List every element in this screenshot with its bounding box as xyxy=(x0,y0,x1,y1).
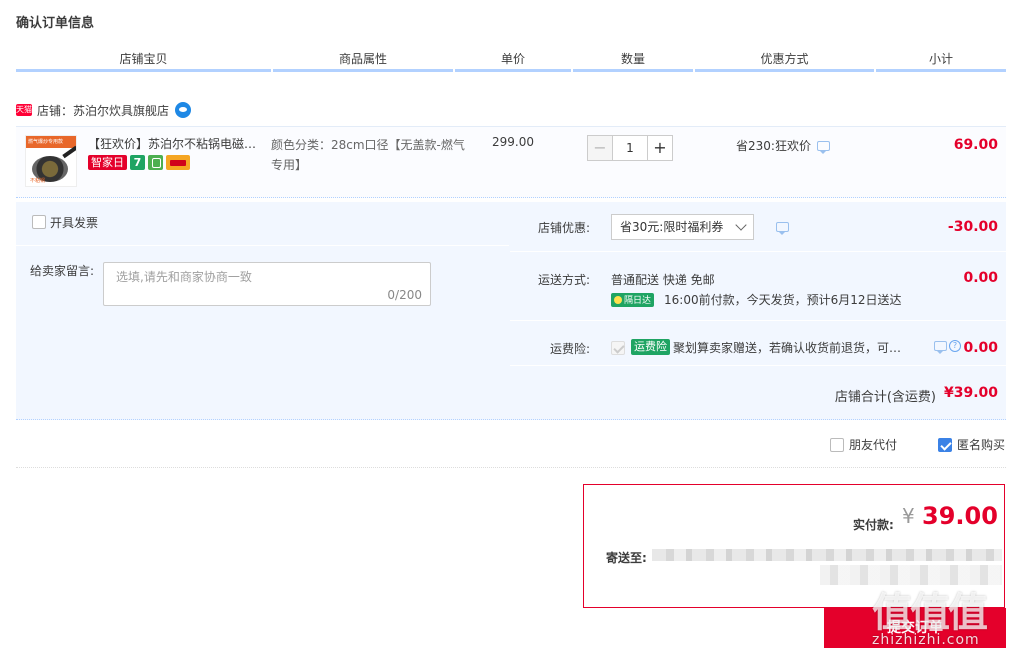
invoice-row: 开具发票 xyxy=(16,202,509,246)
column-header-discount: 优惠方式 xyxy=(695,50,874,72)
product-title[interactable]: 【狂欢价】苏泊尔不粘锅电磁炉燃气灶炒锅 xyxy=(88,135,268,152)
tmall-badge: 天猫 xyxy=(16,104,32,116)
shop-discount-select[interactable]: 省30元:限时福利券 xyxy=(611,214,754,240)
insurance-icons: ? xyxy=(928,340,961,354)
chat-icon[interactable] xyxy=(175,102,192,118)
ship-to-address-redacted xyxy=(652,549,1002,561)
shipping-note: 16:00前付款，今天发货，预计6月12日送达 xyxy=(664,293,902,307)
discount-text: 省230:狂欢价 xyxy=(736,139,811,153)
seven-day-return-icon: 7 xyxy=(130,155,145,170)
shop-total-label: 店铺合计(含运费) xyxy=(834,390,936,405)
thumb-top-text: 燃气爆炒专用款 xyxy=(28,139,64,145)
anonymous-label: 匿名购买 xyxy=(957,438,1006,452)
payment-summary: 实付款: ¥ 39.00 寄送至: xyxy=(583,484,1005,608)
shop-discount-amount: -30.00 xyxy=(947,219,998,235)
item-row: 燃气爆炒专用款 不粘锅 【狂欢价】苏泊尔不粘锅电磁炉燃气灶炒锅 智家日 7 颜色… xyxy=(16,126,1006,198)
memo-char-count: 0/200 xyxy=(387,288,422,302)
item-subtotal: 69.00 xyxy=(953,137,998,153)
shipping-eta: 隔日达 16:00前付款，今天发货，预计6月12日送达 xyxy=(611,291,902,308)
anonymous-option[interactable]: 匿名购买 xyxy=(938,436,1005,453)
chevron-down-icon xyxy=(735,219,747,231)
left-panel: 开具发票 给卖家留言: 选填,请先和商家协商一致 0/200 xyxy=(16,202,509,366)
next-day-badge: 隔日达 xyxy=(611,292,655,307)
ship-to-address-redacted-2 xyxy=(820,565,1002,585)
shop-row: 天猫 店铺：苏泊尔炊具旗舰店 xyxy=(16,100,192,120)
shop-total-row: 店铺合计(含运费) ¥39.00 xyxy=(16,368,1006,420)
pay-amount: 39.00 xyxy=(922,502,998,530)
qty-input[interactable]: 1 xyxy=(613,135,647,161)
shipping-label: 运送方式: xyxy=(537,273,590,287)
shipping-row: 运送方式: 普通配送 快递 免邮 隔日达 16:00前付款，今天发货，预计6月1… xyxy=(510,253,1006,321)
shop-discount-row: 店铺优惠: 省30元:限时福利券 -30.00 xyxy=(510,202,1006,252)
help-icon[interactable]: ? xyxy=(949,340,961,352)
card-icon xyxy=(166,155,190,170)
shop-discount-label: 店铺优惠: xyxy=(537,221,590,235)
pan-handle xyxy=(62,145,76,159)
right-panel: 店铺优惠: 省30元:限时福利券 -30.00 运送方式: 普通配送 快递 免邮… xyxy=(510,202,1006,366)
friend-pay-label: 朋友代付 xyxy=(849,438,898,452)
submit-order-button[interactable]: 提交订单 xyxy=(824,608,1006,648)
insurance-row: 运费险: 运费险 聚划算卖家赠送，若确认收货前退货，可获得运费补偿 ? 0.00 xyxy=(510,322,1006,366)
column-header-price: 单价 xyxy=(455,50,571,72)
message-icon[interactable] xyxy=(776,222,789,235)
page-title: 确认订单信息 xyxy=(16,16,95,31)
insurance-text: 聚划算卖家赠送，若确认收货前退货，可获得运费补偿 xyxy=(673,341,913,355)
memo-textarea[interactable]: 选填,请先和商家协商一致 0/200 xyxy=(103,262,431,306)
memo-label: 给卖家留言: xyxy=(30,264,95,278)
shop-discount-selected: 省30元:限时福利券 xyxy=(620,220,724,234)
invoice-label[interactable]: 开具发票 xyxy=(50,214,98,231)
insurance-tag: 运费险 xyxy=(631,339,670,355)
order-detail-box: 开具发票 给卖家留言: 选填,请先和商家协商一致 0/200 店铺优惠: 省30… xyxy=(16,202,1006,420)
order-options: 朋友代付 匿名购买 xyxy=(16,428,1006,468)
invoice-checkbox[interactable] xyxy=(32,215,46,229)
column-header: 店铺宝贝 商品属性 单价 数量 优惠方式 小计 xyxy=(16,50,1006,72)
shipping-amount: 0.00 xyxy=(963,270,998,286)
friend-pay-option[interactable]: 朋友代付 xyxy=(830,436,897,453)
qty-plus-button[interactable]: + xyxy=(647,135,673,161)
quantity-stepper: − 1 + xyxy=(587,135,673,161)
shop-name[interactable]: 店铺：苏泊尔炊具旗舰店 xyxy=(37,102,169,119)
shop-total-amount: ¥39.00 xyxy=(943,385,998,401)
qty-minus-button[interactable]: − xyxy=(587,135,613,161)
pay-currency: ¥ xyxy=(902,504,915,528)
message-icon[interactable] xyxy=(934,341,947,354)
event-tag: 智家日 xyxy=(88,155,127,170)
discount-info: 省230:狂欢价 xyxy=(736,137,830,154)
ship-to-label: 寄送至: xyxy=(606,551,647,565)
thumb-bottom-text: 不粘锅 xyxy=(30,178,46,184)
shipping-method: 普通配送 快递 免邮 xyxy=(611,273,715,287)
pay-label: 实付款: xyxy=(853,518,894,532)
service-icon xyxy=(148,155,163,170)
product-attribute: 颜色分类：28cm口径【无盖款-燃气专用】 xyxy=(271,138,465,172)
product-thumbnail[interactable]: 燃气爆炒专用款 不粘锅 xyxy=(25,135,77,187)
product-tags: 智家日 7 xyxy=(88,155,190,170)
column-header-attr: 商品属性 xyxy=(273,50,453,72)
unit-price: 299.00 xyxy=(492,135,534,149)
message-icon[interactable] xyxy=(816,140,830,154)
insurance-checkbox xyxy=(611,340,625,355)
column-header-item: 店铺宝贝 xyxy=(16,50,271,72)
insurance-amount: 0.00 xyxy=(963,340,998,356)
clock-icon xyxy=(614,295,622,304)
anonymous-checkbox[interactable] xyxy=(938,437,952,452)
friend-pay-checkbox[interactable] xyxy=(830,437,844,452)
memo-placeholder: 选填,请先和商家协商一致 xyxy=(116,270,252,284)
column-header-subtotal: 小计 xyxy=(876,50,1006,72)
column-header-qty: 数量 xyxy=(573,50,693,72)
insurance-label: 运费险: xyxy=(549,342,590,356)
